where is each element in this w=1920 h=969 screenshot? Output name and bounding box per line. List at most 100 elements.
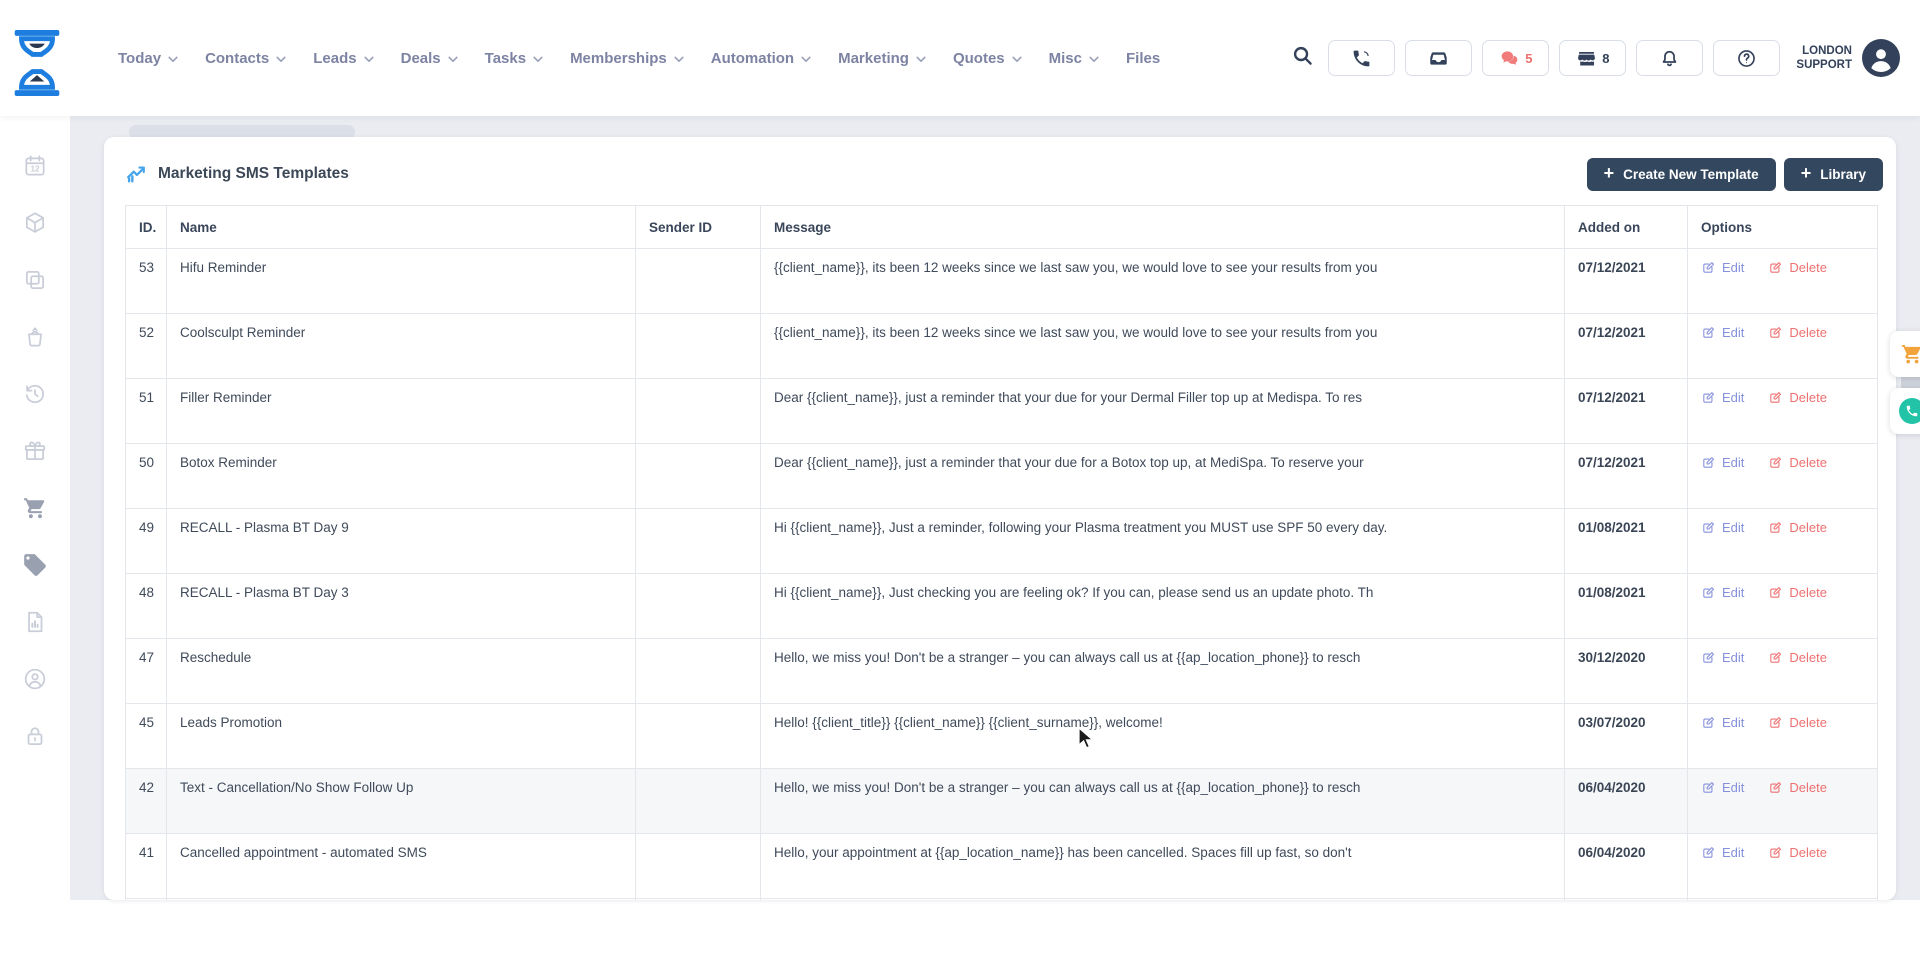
nav-item-memberships[interactable]: Memberships bbox=[570, 50, 684, 67]
library-button[interactable]: + Library bbox=[1784, 158, 1883, 191]
delete-link[interactable]: Delete bbox=[1768, 390, 1827, 405]
cell-added-on: 30/12/2020 bbox=[1565, 639, 1688, 704]
sidebar-tag-icon[interactable] bbox=[22, 552, 48, 578]
edit-link[interactable]: Edit bbox=[1701, 520, 1744, 535]
delete-link[interactable]: Delete bbox=[1768, 520, 1827, 535]
nav-item-marketing[interactable]: Marketing bbox=[838, 50, 926, 67]
delete-link[interactable]: Delete bbox=[1768, 585, 1827, 600]
delete-link-label: Delete bbox=[1789, 520, 1827, 535]
sidebar-copy-icon[interactable] bbox=[22, 267, 48, 293]
delete-link-label: Delete bbox=[1789, 650, 1827, 665]
sidebar-gift-icon[interactable] bbox=[22, 438, 48, 464]
edit-link[interactable]: Edit bbox=[1701, 325, 1744, 340]
pencil-square-icon bbox=[1768, 520, 1783, 535]
edit-link[interactable]: Edit bbox=[1701, 260, 1744, 275]
cell-name: Reschedule bbox=[167, 639, 636, 704]
pencil-square-icon bbox=[1701, 650, 1716, 665]
delete-link-label: Delete bbox=[1789, 260, 1827, 275]
sidebar-lock-icon[interactable] bbox=[22, 723, 48, 749]
edit-link[interactable]: Edit bbox=[1701, 650, 1744, 665]
pencil-square-icon bbox=[1768, 455, 1783, 470]
edit-link[interactable]: Edit bbox=[1701, 780, 1744, 795]
delete-link[interactable]: Delete bbox=[1768, 455, 1827, 470]
sidebar-cart-icon[interactable] bbox=[22, 495, 48, 521]
nav-item-today[interactable]: Today bbox=[118, 50, 178, 67]
cell-id: 53 bbox=[126, 249, 167, 314]
cell-message: Hello! {{client_title}} {{client_name}} … bbox=[761, 704, 1565, 769]
templates-card: Marketing SMS Templates + Create New Tem… bbox=[104, 137, 1896, 900]
pencil-square-icon bbox=[1701, 585, 1716, 600]
cell-id: 42 bbox=[126, 769, 167, 834]
delete-link[interactable]: Delete bbox=[1768, 325, 1827, 340]
nav-item-automation[interactable]: Automation bbox=[711, 50, 811, 67]
nav-item-contacts[interactable]: Contacts bbox=[205, 50, 286, 67]
cell-id: 40 bbox=[126, 899, 167, 901]
inbox-button[interactable] bbox=[1405, 40, 1472, 76]
edit-link-label: Edit bbox=[1722, 455, 1744, 470]
col-added-on: Added on bbox=[1565, 206, 1688, 249]
cell-name: Hifu Reminder bbox=[167, 249, 636, 314]
float-gap-decoration bbox=[1901, 377, 1920, 388]
cell-message: {{client_name}}, its been 12 weeks since… bbox=[761, 314, 1565, 379]
delete-link[interactable]: Delete bbox=[1768, 715, 1827, 730]
bell-button[interactable] bbox=[1636, 40, 1703, 76]
cell-options: Edit Delete bbox=[1688, 509, 1878, 574]
edit-link[interactable]: Edit bbox=[1701, 390, 1744, 405]
edit-link[interactable]: Edit bbox=[1701, 845, 1744, 860]
chat-button[interactable]: 5 bbox=[1482, 40, 1549, 76]
sidebar-calendar-icon[interactable]: 12 bbox=[22, 153, 48, 179]
store-button[interactable]: 8 bbox=[1559, 40, 1626, 76]
cell-sender-id bbox=[636, 639, 761, 704]
table-row: 52Coolsculpt Reminder{{client_name}}, it… bbox=[126, 314, 1878, 379]
cell-options: Edit Delete bbox=[1688, 769, 1878, 834]
table-row: 50Botox ReminderDear {{client_name}}, ju… bbox=[126, 444, 1878, 509]
edit-link[interactable]: Edit bbox=[1701, 455, 1744, 470]
search-icon[interactable] bbox=[1291, 44, 1314, 72]
delete-link[interactable]: Delete bbox=[1768, 780, 1827, 795]
cell-added-on: 07/12/2021 bbox=[1565, 249, 1688, 314]
phone-button[interactable] bbox=[1328, 40, 1395, 76]
sidebar-account-icon[interactable] bbox=[22, 666, 48, 692]
delete-link[interactable]: Delete bbox=[1768, 650, 1827, 665]
top-bar: Today Contacts Leads Deals Tasks Memberships A… bbox=[0, 0, 1920, 116]
nav-item-files[interactable]: Files bbox=[1126, 50, 1160, 67]
cell-id: 47 bbox=[126, 639, 167, 704]
pencil-square-icon bbox=[1768, 585, 1783, 600]
create-new-template-button[interactable]: + Create New Template bbox=[1587, 158, 1776, 191]
col-name: Name bbox=[167, 206, 636, 249]
nav-item-label: Contacts bbox=[205, 50, 269, 67]
avatar[interactable] bbox=[1862, 39, 1900, 77]
nav-item-leads[interactable]: Leads bbox=[313, 50, 373, 67]
edit-link-label: Edit bbox=[1722, 585, 1744, 600]
nav-item-deals[interactable]: Deals bbox=[401, 50, 458, 67]
pencil-square-icon bbox=[1768, 715, 1783, 730]
delete-link[interactable]: Delete bbox=[1768, 845, 1827, 860]
page-title: Marketing SMS Templates bbox=[125, 163, 349, 185]
nav-item-quotes[interactable]: Quotes bbox=[953, 50, 1022, 67]
cell-sender-id bbox=[636, 444, 761, 509]
user-name: LONDON SUPPORT bbox=[1796, 44, 1852, 73]
delete-link-label: Delete bbox=[1789, 845, 1827, 860]
chevron-down-icon bbox=[533, 50, 543, 67]
floating-cart-button[interactable] bbox=[1890, 331, 1920, 377]
edit-link[interactable]: Edit bbox=[1701, 585, 1744, 600]
cell-message: Hello, we miss you! Don't be a stranger … bbox=[761, 639, 1565, 704]
nav-item-misc[interactable]: Misc bbox=[1049, 50, 1099, 67]
cell-id: 48 bbox=[126, 574, 167, 639]
card-header: Marketing SMS Templates + Create New Tem… bbox=[104, 137, 1896, 197]
floating-whatsapp-button[interactable] bbox=[1890, 388, 1920, 434]
sidebar-package-icon[interactable] bbox=[22, 210, 48, 236]
app-logo-hourglass-icon[interactable] bbox=[12, 30, 62, 96]
help-icon bbox=[1736, 48, 1757, 69]
sidebar-basket-icon[interactable] bbox=[22, 324, 48, 350]
nav-item-tasks[interactable]: Tasks bbox=[485, 50, 543, 67]
pencil-square-icon bbox=[1701, 455, 1716, 470]
cell-message: Hi {{client_name}}, Just a reminder, fol… bbox=[761, 509, 1565, 574]
help-button[interactable] bbox=[1713, 40, 1780, 76]
sidebar-report-icon[interactable] bbox=[22, 609, 48, 635]
edit-link[interactable]: Edit bbox=[1701, 715, 1744, 730]
pencil-square-icon bbox=[1701, 520, 1716, 535]
sidebar-history-icon[interactable] bbox=[22, 381, 48, 407]
delete-link[interactable]: Delete bbox=[1768, 260, 1827, 275]
phone-icon bbox=[1351, 48, 1372, 69]
